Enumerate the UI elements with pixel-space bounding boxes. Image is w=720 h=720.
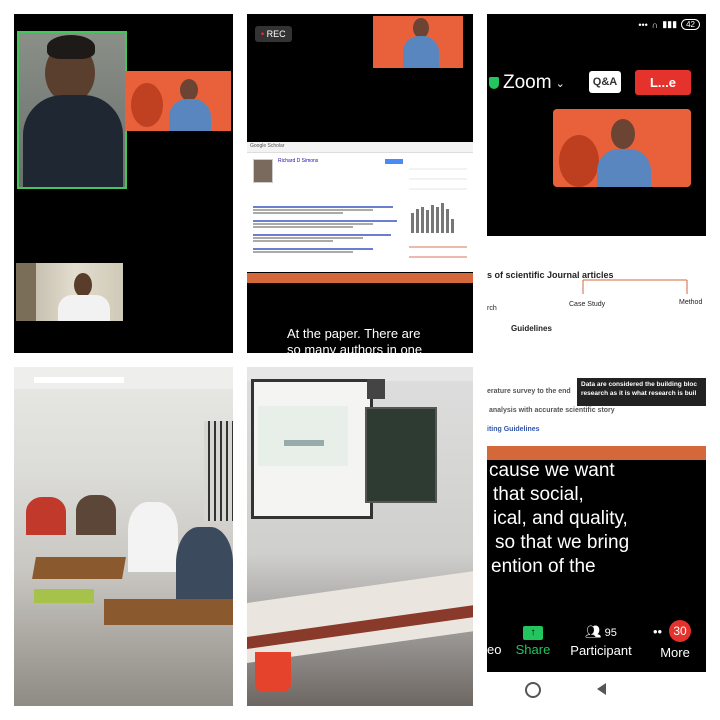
more-label: More xyxy=(660,645,690,660)
speaker-video-man[interactable] xyxy=(17,31,127,189)
highlight-line: research as it is what research is buil xyxy=(581,390,697,397)
video-button[interactable]: eo xyxy=(487,642,501,657)
more-dots-icon: •• xyxy=(653,624,663,639)
more-badge: 30 xyxy=(669,620,691,642)
scholar-site-name: Google Scholar xyxy=(250,143,285,149)
classroom-photo xyxy=(14,367,233,706)
caption-line: so that we bring xyxy=(495,532,630,553)
zoom-header-area: ••• ∩ ▮▮▮ 42 Zoom ⌄ Q&A L...e xyxy=(487,14,706,236)
caption-line: At the paper. There are xyxy=(287,326,421,341)
publication-list xyxy=(253,202,403,254)
caption-line: that social, xyxy=(493,484,584,505)
participant-video-man-2[interactable] xyxy=(16,263,123,321)
slide-analysis-line: analysis with accurate scientific story xyxy=(489,407,615,414)
shield-icon xyxy=(489,77,499,89)
participants-button[interactable]: 👥︎ 95 Participant xyxy=(565,624,637,658)
shared-slide: s of scientific Journal articles Case St… xyxy=(487,236,706,446)
leave-button[interactable]: L...e xyxy=(635,70,691,95)
share-icon: ↑ xyxy=(523,626,543,640)
android-nav-bar xyxy=(487,672,706,706)
rec-indicator: REC xyxy=(255,26,292,42)
google-scholar-page: Google Scholar Richard D Simons xyxy=(247,142,473,272)
participants-label: Participant xyxy=(570,643,632,658)
qa-button[interactable]: Q&A xyxy=(589,71,621,93)
caption-line: cause we want xyxy=(489,460,615,481)
node-case-study: Case Study xyxy=(569,301,606,308)
back-button-icon[interactable] xyxy=(597,683,606,695)
participant-video-woman[interactable] xyxy=(125,71,231,131)
dots-icon: ••• xyxy=(638,19,648,30)
live-caption: At the paper. There are so many authors … xyxy=(287,326,467,353)
caption-line: ention of the xyxy=(491,556,596,577)
participants-count: 95 xyxy=(604,627,617,639)
node-method: Method xyxy=(679,299,703,306)
red-bucket xyxy=(255,652,291,692)
active-speaker-video[interactable] xyxy=(553,109,691,187)
battery-indicator: 42 xyxy=(681,19,700,30)
zoom-toolbar: eo ↑ Share 👥︎ 95 Participant •• 30 More xyxy=(487,620,706,672)
zoom-mobile-screen: ••• ∩ ▮▮▮ 42 Zoom ⌄ Q&A L...e s of scien… xyxy=(487,14,706,706)
slide-highlight-box: Data are considered the building bloc re… xyxy=(577,378,706,406)
share-button[interactable]: ↑ Share xyxy=(513,624,553,657)
headphone-icon: ∩ xyxy=(651,19,659,30)
node-search: rch xyxy=(487,305,497,312)
home-button-icon[interactable] xyxy=(525,682,541,698)
participants-icon: 👥︎ xyxy=(585,624,602,639)
follow-button[interactable] xyxy=(385,159,403,164)
slide-survey-line: erature survey to the end xyxy=(487,388,571,395)
projector-screen xyxy=(251,379,373,519)
more-button[interactable]: •• 30 More xyxy=(647,620,703,660)
chevron-down-icon[interactable]: ⌄ xyxy=(556,77,565,90)
live-caption-panel: cause we want that social, ical, and qua… xyxy=(487,446,706,624)
caption-line: ical, and quality, xyxy=(493,508,628,529)
highlight-line: Data are considered the building bloc xyxy=(581,381,697,388)
app-title[interactable]: Zoom xyxy=(503,72,552,94)
caption-line: so many authors in one xyxy=(287,342,423,353)
profile-name: Richard D Simons xyxy=(278,158,319,164)
slide-orange-strip xyxy=(247,273,473,283)
profile-photo xyxy=(253,159,273,183)
chalkboard xyxy=(365,407,437,503)
video-call-gallery-tile xyxy=(14,14,233,353)
lecture-hall-photo xyxy=(247,367,473,706)
citation-chart xyxy=(409,168,467,258)
slide-orange-strip xyxy=(487,446,706,460)
status-bar: ••• ∩ ▮▮▮ 42 xyxy=(638,19,700,30)
share-label: Share xyxy=(515,642,551,657)
signal-icon: ▮▮▮ xyxy=(662,19,678,29)
screen-share-tile: REC Google Scholar Richard D Simons xyxy=(247,14,473,353)
slide-guidelines: Guidelines xyxy=(511,324,552,333)
slide-writing-guidelines: iting Guidelines xyxy=(487,426,540,433)
presenter-thumbnail[interactable] xyxy=(373,16,463,68)
